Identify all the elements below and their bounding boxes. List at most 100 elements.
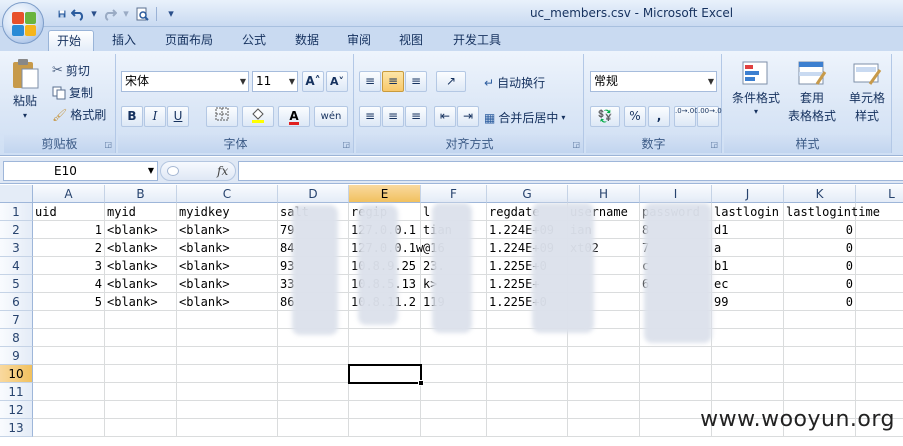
cell-l2[interactable]: 0 — [856, 221, 903, 239]
cell-j4[interactable]: b1 — [712, 257, 784, 275]
cell-e12[interactable] — [349, 401, 421, 419]
format-painter-button[interactable]: 🖌 格式刷 — [52, 106, 106, 123]
cell-c9[interactable] — [177, 347, 278, 365]
paste-button[interactable]: 粘贴 ▾ — [10, 58, 40, 120]
column-header-g[interactable]: G — [487, 185, 568, 203]
wrap-text-button[interactable]: ↵ 自动换行 — [484, 74, 545, 91]
cell-b10[interactable] — [105, 365, 177, 383]
cell-c3[interactable]: <blank> — [177, 239, 278, 257]
cell-k3[interactable]: 0 — [784, 239, 856, 257]
cell-styles-button[interactable]: 单元格 样式 — [842, 60, 892, 124]
column-header-e[interactable]: E — [349, 185, 421, 203]
bold-button[interactable]: B — [121, 106, 143, 127]
cell-c8[interactable] — [177, 329, 278, 347]
clipboard-launcher-icon[interactable]: ◲ — [104, 140, 112, 149]
cell-a4[interactable]: 3 — [33, 257, 105, 275]
cell-j11[interactable] — [712, 383, 784, 401]
cell-f9[interactable] — [421, 347, 487, 365]
cell-l11[interactable] — [856, 383, 903, 401]
tab-review[interactable]: 审阅 — [339, 30, 379, 51]
cell-l10[interactable] — [856, 365, 903, 383]
cell-g9[interactable] — [487, 347, 568, 365]
expand-handle-icon[interactable] — [167, 166, 179, 176]
cell-c7[interactable] — [177, 311, 278, 329]
cell-l5[interactable]: 0 — [856, 275, 903, 293]
cell-e8[interactable] — [349, 329, 421, 347]
tab-home[interactable]: 开始 — [48, 30, 94, 51]
shrink-font-button[interactable]: A˅ — [326, 71, 348, 92]
cell-b5[interactable]: <blank> — [105, 275, 177, 293]
cell-g11[interactable] — [487, 383, 568, 401]
cell-l8[interactable] — [856, 329, 903, 347]
format-as-table-button[interactable]: 套用 表格格式 — [782, 60, 842, 124]
column-header-i[interactable]: I — [640, 185, 712, 203]
cell-a3[interactable]: 2 — [33, 239, 105, 257]
increase-decimal-button[interactable]: .0→.00 — [674, 106, 699, 127]
row-header-12[interactable]: 12 — [0, 401, 33, 419]
cell-e11[interactable] — [349, 383, 421, 401]
cell-l9[interactable] — [856, 347, 903, 365]
fill-color-button[interactable] — [242, 106, 274, 127]
merge-center-button[interactable]: ▦ 合并后居中 ▾ — [484, 109, 565, 126]
cell-f10[interactable] — [421, 365, 487, 383]
align-left-button[interactable]: ≡ — [359, 106, 381, 127]
number-format-combo[interactable]: 常规 ▼ — [590, 71, 717, 92]
row-header-3[interactable]: 3 — [0, 239, 33, 257]
cell-c10[interactable] — [177, 365, 278, 383]
row-header-8[interactable]: 8 — [0, 329, 33, 347]
cell-a13[interactable] — [33, 419, 105, 437]
decrease-indent-button[interactable]: ⇤ — [434, 106, 456, 127]
name-box[interactable]: E10 ▼ — [3, 161, 158, 181]
cell-d11[interactable] — [278, 383, 349, 401]
cell-c11[interactable] — [177, 383, 278, 401]
tab-developer[interactable]: 开发工具 — [445, 30, 509, 51]
cell-h12[interactable] — [568, 401, 640, 419]
align-middle-button[interactable]: ≡ — [382, 71, 404, 92]
paste-dropdown-icon[interactable]: ▾ — [23, 111, 27, 120]
cell-b11[interactable] — [105, 383, 177, 401]
cell-k5[interactable]: 0 — [784, 275, 856, 293]
cell-e10[interactable] — [349, 365, 421, 383]
alignment-launcher-icon[interactable]: ◲ — [572, 140, 580, 149]
cell-k2[interactable]: 0 — [784, 221, 856, 239]
cell-h10[interactable] — [568, 365, 640, 383]
select-all-button[interactable] — [0, 185, 33, 203]
font-launcher-icon[interactable]: ◲ — [342, 140, 350, 149]
formula-input[interactable] — [238, 161, 903, 181]
cell-a5[interactable]: 4 — [33, 275, 105, 293]
cell-l3[interactable]: 0 — [856, 239, 903, 257]
row-header-7[interactable]: 7 — [0, 311, 33, 329]
cell-c12[interactable] — [177, 401, 278, 419]
decrease-decimal-button[interactable]: .00→.0 — [697, 106, 722, 127]
align-bottom-button[interactable]: ≡ — [405, 71, 427, 92]
comma-button[interactable]: , — [648, 106, 670, 127]
row-header-9[interactable]: 9 — [0, 347, 33, 365]
cell-f13[interactable] — [421, 419, 487, 437]
font-size-combo[interactable]: 11 ▼ — [252, 71, 298, 92]
tab-insert[interactable]: 插入 — [104, 30, 144, 51]
row-header-2[interactable]: 2 — [0, 221, 33, 239]
cell-h13[interactable] — [568, 419, 640, 437]
cell-a2[interactable]: 1 — [33, 221, 105, 239]
cell-b1[interactable]: myid — [105, 203, 177, 221]
cell-e9[interactable] — [349, 347, 421, 365]
cell-i11[interactable] — [640, 383, 712, 401]
number-launcher-icon[interactable]: ◲ — [710, 140, 718, 149]
font-name-combo[interactable]: 宋体 ▼ — [121, 71, 249, 92]
cell-j3[interactable]: a — [712, 239, 784, 257]
cell-b4[interactable]: <blank> — [105, 257, 177, 275]
cell-j6[interactable]: 99 — [712, 293, 784, 311]
cell-l1[interactable] — [856, 203, 903, 221]
cell-k11[interactable] — [784, 383, 856, 401]
column-header-j[interactable]: J — [712, 185, 784, 203]
cell-b12[interactable] — [105, 401, 177, 419]
cell-f12[interactable] — [421, 401, 487, 419]
column-header-a[interactable]: A — [33, 185, 105, 203]
cell-g13[interactable] — [487, 419, 568, 437]
cell-l6[interactable]: 0 — [856, 293, 903, 311]
row-header-4[interactable]: 4 — [0, 257, 33, 275]
cell-k9[interactable] — [784, 347, 856, 365]
cell-l4[interactable]: 0 — [856, 257, 903, 275]
cell-b13[interactable] — [105, 419, 177, 437]
cell-i9[interactable] — [640, 347, 712, 365]
